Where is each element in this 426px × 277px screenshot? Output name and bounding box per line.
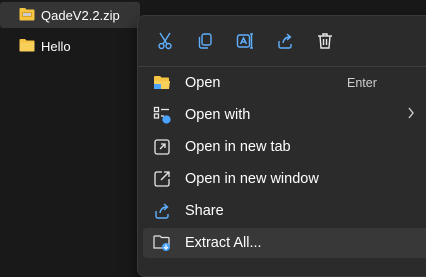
chevron-right-icon	[407, 107, 415, 123]
cut-button[interactable]	[145, 24, 185, 58]
menu-item-open[interactable]: Open Enter	[143, 68, 426, 98]
menu-item-label: Open in new tab	[185, 139, 291, 155]
file-item-hello[interactable]: Hello	[0, 33, 71, 59]
file-name: Hello	[41, 38, 71, 54]
menu-item-label: Extract All...	[185, 235, 262, 251]
copy-button[interactable]	[185, 24, 225, 58]
rename-icon	[236, 32, 254, 50]
menu-item-label: Share	[185, 203, 224, 219]
menu-item-label: Open	[185, 75, 221, 91]
menu-item-open-in-new-window[interactable]: Open in new window	[143, 164, 426, 194]
share-button[interactable]	[265, 24, 305, 58]
toolbar-divider	[138, 66, 426, 67]
share-icon	[151, 200, 173, 222]
menu-item-label: Open in new window	[185, 171, 319, 187]
zip-folder-icon	[19, 7, 35, 24]
context-menu-toolbar	[145, 24, 426, 58]
copy-icon	[196, 32, 214, 50]
menu-item-share[interactable]: Share	[143, 196, 426, 226]
folder-icon	[19, 38, 35, 55]
menu-item-open-with[interactable]: Open with	[143, 100, 426, 130]
trash-icon	[316, 32, 334, 50]
open-with-icon	[151, 104, 173, 126]
new-tab-icon	[151, 136, 173, 158]
rename-button[interactable]	[225, 24, 265, 58]
scissors-icon	[156, 32, 174, 50]
delete-button[interactable]	[305, 24, 345, 58]
menu-item-label: Open with	[185, 107, 251, 123]
new-window-icon	[151, 168, 173, 190]
shortcut-label: Enter	[347, 76, 377, 90]
file-item-qadev2-zip[interactable]: QadeV2.2.zip	[0, 2, 140, 28]
file-name: QadeV2.2.zip	[41, 7, 120, 23]
share-icon	[276, 32, 294, 50]
menu-item-open-in-new-tab[interactable]: Open in new tab	[143, 132, 426, 162]
menu-item-extract-all[interactable]: Extract All...	[143, 228, 426, 258]
open-folder-icon	[151, 72, 173, 94]
extract-icon	[151, 232, 173, 254]
context-menu: Open Enter Open with Open in new tab Ope…	[137, 15, 426, 277]
